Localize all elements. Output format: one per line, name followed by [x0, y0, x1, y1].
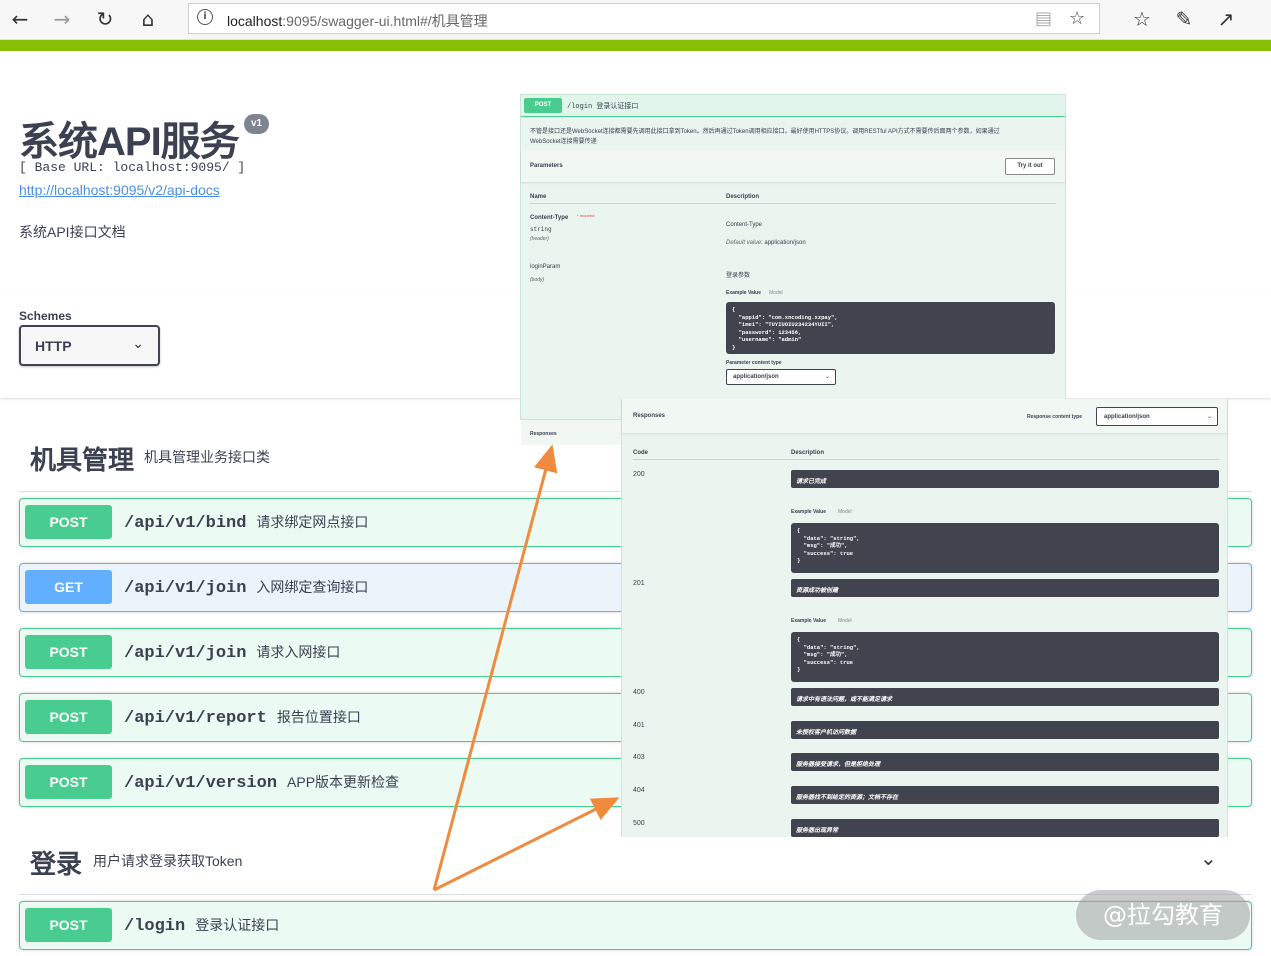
watermark: @拉勾教育 — [1076, 890, 1250, 940]
arrow-to-responses — [433, 797, 620, 892]
arrow-to-login-detail — [432, 444, 558, 891]
annotation-arrows — [432, 444, 620, 892]
